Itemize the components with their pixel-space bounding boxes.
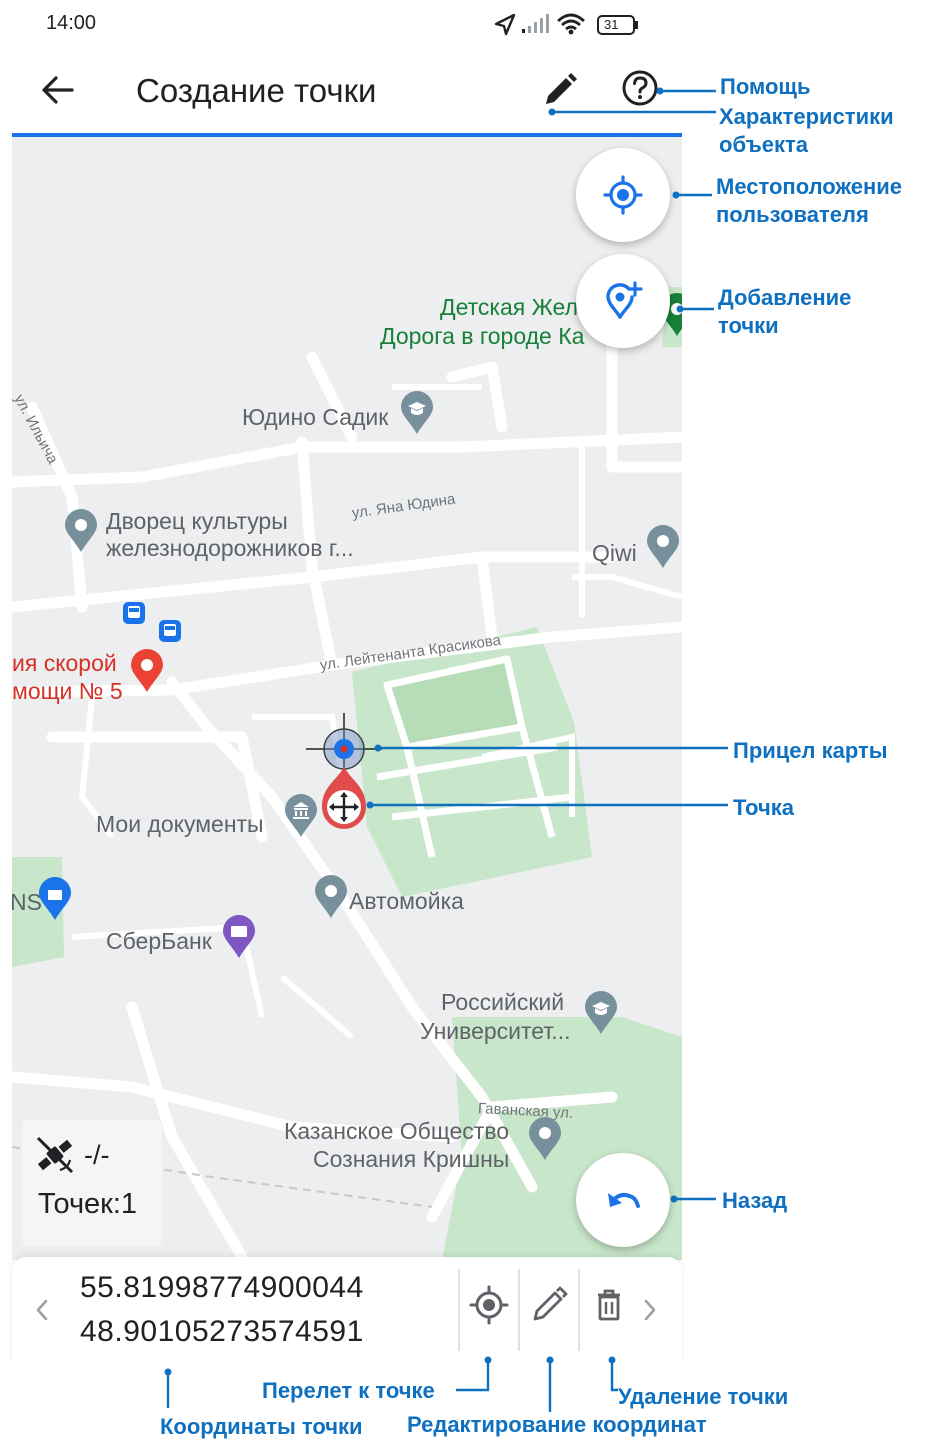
- annotation-delete-point: Удаление точки: [618, 1384, 789, 1409]
- annotation-properties: Характеристики: [719, 104, 894, 129]
- annotation-back: Назад: [722, 1188, 788, 1213]
- annotation-point: Точка: [733, 795, 794, 820]
- annotation-location: Местоположение: [716, 174, 903, 199]
- annotation-crosshair: Прицел карты: [733, 738, 888, 763]
- annotation-properties-line2: объекта: [719, 132, 809, 157]
- annotation-coordinates: Координаты точки: [160, 1414, 363, 1439]
- annotation-help: Помощь: [720, 74, 811, 99]
- annotation-add-point: Добавление: [718, 285, 852, 310]
- annotation-add-point-line2: точки: [718, 313, 779, 338]
- annotation-edit-coordinates: Редактирование координат: [407, 1412, 707, 1437]
- annotation-location-line2: пользователя: [716, 202, 869, 227]
- annotation-fly-to-point: Перелет к точке: [262, 1378, 435, 1403]
